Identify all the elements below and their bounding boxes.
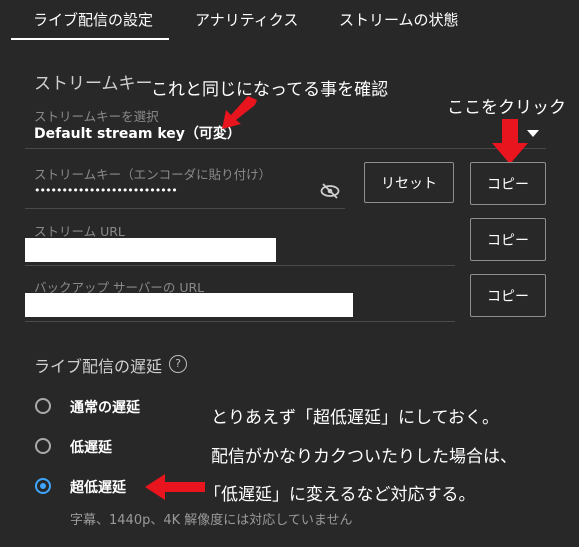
- stream-key-label: ストリームキー（エンコーダに貼り付け）: [34, 167, 272, 182]
- radio-low-latency[interactable]: [35, 438, 51, 454]
- reset-button[interactable]: リセット: [364, 162, 454, 203]
- active-tab-indicator: [11, 38, 169, 40]
- stream-key-divider: [25, 208, 345, 209]
- tab-bar: ライブ配信の設定 アナリティクス ストリームの状態: [0, 0, 579, 40]
- help-icon[interactable]: ?: [169, 355, 187, 373]
- stream-url-value-redacted: [25, 238, 276, 262]
- red-arrow-icon: [492, 119, 528, 164]
- stream-url-divider: [25, 265, 455, 266]
- stream-key-section-title: ストリームキー: [34, 74, 153, 94]
- latency-section-title: ライブ配信の遅延: [34, 357, 163, 376]
- tab-stream-health[interactable]: ストリームの状態: [339, 9, 459, 30]
- annotation-line-1: とりあえず「超低遅延」にしておく。: [211, 408, 499, 428]
- backup-url-divider: [25, 321, 455, 322]
- ultra-low-note: 字幕、1440p、4K 解像度には対応していません: [70, 513, 353, 528]
- radio-normal-latency[interactable]: [35, 398, 51, 414]
- red-arrow-icon: [145, 474, 205, 500]
- annotation-click-here: ここをクリック: [447, 98, 566, 118]
- copy-backup-url-button[interactable]: コピー: [470, 274, 546, 317]
- copy-stream-url-button[interactable]: コピー: [470, 218, 546, 261]
- radio-ultra-low-latency[interactable]: [35, 478, 51, 494]
- tab-live-settings[interactable]: ライブ配信の設定: [33, 9, 153, 30]
- annotation-confirm: これと同じになってる事を確認: [151, 80, 389, 100]
- stream-key-value[interactable]: ••••••••••••••••••••••••••: [34, 184, 178, 197]
- radio-label-ultra-low: 超低遅延: [70, 480, 126, 496]
- radio-label-low: 低遅延: [70, 440, 112, 456]
- radio-label-normal: 通常の遅延: [70, 400, 140, 416]
- annotation-line-2: 配信がかなりカクついたりした場合は、: [211, 447, 517, 467]
- tab-analytics[interactable]: アナリティクス: [195, 9, 298, 30]
- visibility-off-icon[interactable]: [320, 183, 340, 199]
- copy-stream-key-button[interactable]: コピー: [470, 162, 546, 205]
- select-divider: [25, 148, 546, 149]
- backup-url-value-redacted: [25, 293, 353, 317]
- red-arrow-icon: [222, 96, 257, 129]
- stream-key-select-value[interactable]: Default stream key（可変）: [34, 123, 241, 143]
- annotation-line-3: 「低遅延」に変えるなど対応する。: [204, 485, 476, 505]
